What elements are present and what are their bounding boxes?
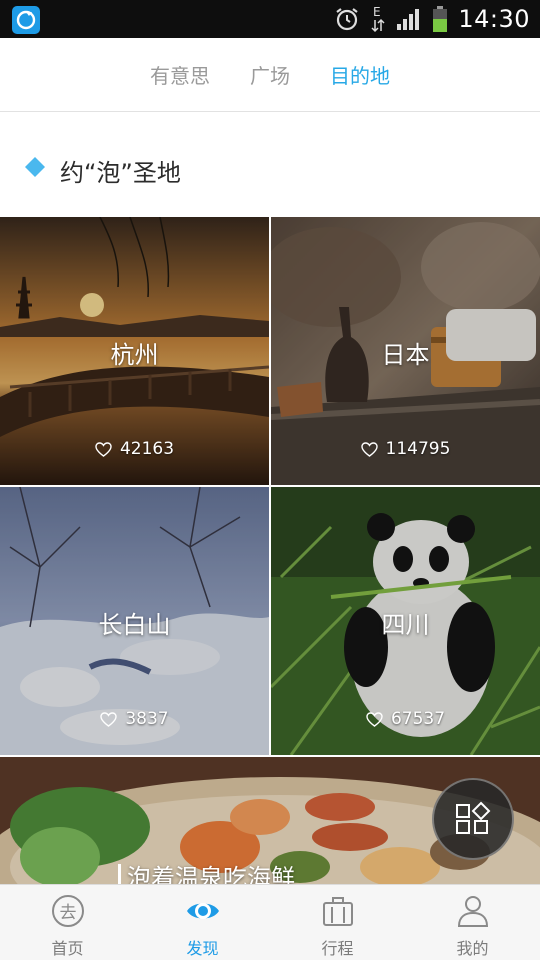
bottom-nav: 去 首页 发现 行程 我的: [0, 884, 540, 960]
nav-discover[interactable]: 发现: [135, 885, 270, 960]
tab-square[interactable]: 广场: [250, 60, 290, 89]
tab-interesting[interactable]: 有意思: [150, 60, 210, 89]
status-bar: E 14:30: [0, 0, 540, 38]
category-grid-button[interactable]: [432, 778, 514, 860]
go-icon: 去: [51, 895, 84, 927]
heart-icon: [100, 711, 118, 727]
like-count-value: 114795: [385, 439, 451, 459]
destination-card-sichuan[interactable]: 四川 67537: [271, 487, 540, 755]
luggage-icon: [322, 897, 353, 926]
destination-card-hangzhou[interactable]: 杭州 42163: [0, 217, 269, 485]
svg-text:去: 去: [59, 903, 76, 923]
clock: 14:30: [458, 5, 530, 33]
destination-name: 四川: [381, 611, 430, 639]
nav-profile[interactable]: 我的: [405, 885, 540, 960]
diamond-icon: [25, 157, 45, 177]
heart-icon: [366, 711, 383, 727]
nav-label: 我的: [456, 939, 489, 958]
alarm-icon: [336, 8, 358, 31]
destination-card-japan[interactable]: 日本 114795: [271, 217, 540, 485]
signal-icon: [397, 9, 420, 30]
like-count-value: 42163: [119, 439, 175, 459]
nav-home[interactable]: 去 首页: [0, 885, 135, 960]
tab-destination[interactable]: 目的地: [330, 60, 390, 89]
like-count: 3837: [0, 709, 269, 729]
person-icon: [457, 896, 488, 927]
svg-text:E: E: [373, 5, 381, 19]
nav-label: 首页: [51, 939, 84, 958]
grid-icon: [456, 801, 491, 834]
app-notification-icon: [12, 6, 40, 34]
destination-card-changbaishan[interactable]: 长白山 3837: [0, 487, 269, 755]
nav-itinerary[interactable]: 行程: [270, 885, 405, 960]
data-arrows-icon: E: [371, 5, 385, 33]
section-title: 约“泡”圣地: [60, 159, 181, 187]
nav-label: 行程: [321, 939, 354, 958]
nav-label: 发现: [186, 939, 219, 958]
heart-icon: [95, 441, 112, 457]
destination-name: 杭州: [110, 341, 159, 369]
like-count-value: 3837: [125, 709, 169, 729]
heart-icon: [360, 441, 378, 457]
destination-name: 长白山: [98, 611, 171, 639]
like-count-value: 67537: [390, 709, 446, 729]
section-header: 约“泡”圣地: [0, 113, 540, 217]
like-count: 114795: [271, 439, 540, 459]
top-tab-bar: 有意思 广场 目的地: [0, 38, 540, 112]
destination-name: 日本: [381, 341, 430, 369]
battery-icon: [433, 6, 448, 32]
like-count: 67537: [271, 709, 540, 729]
eye-icon: [186, 903, 219, 919]
like-count: 42163: [0, 439, 269, 459]
